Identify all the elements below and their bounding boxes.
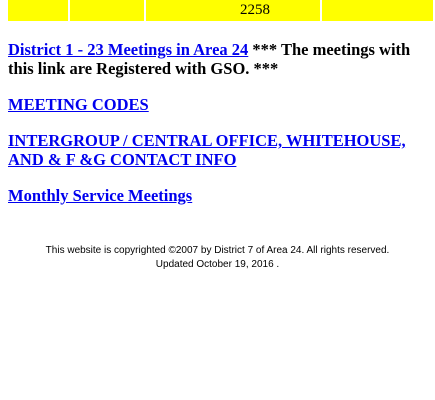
last-updated-text: Updated October 19, 2016 . <box>155 259 280 270</box>
intergroup-paragraph: INTERGROUP / CENTRAL OFFICE, WHITEHOUSE,… <box>8 131 428 169</box>
meeting-codes-paragraph: MEETING CODES <box>8 95 428 114</box>
meeting-codes-link[interactable]: MEETING CODES <box>8 95 149 114</box>
copyright-text: This website is copyrighted ©2007 by Dis… <box>45 245 390 256</box>
district-meetings-link[interactable]: District 1 - 23 Meetings in Area 24 <box>8 40 248 59</box>
counter-cell-1 <box>8 0 70 21</box>
counter-cell-4 <box>322 0 433 21</box>
district-meetings-paragraph: District 1 - 23 Meetings in Area 24 *** … <box>8 40 428 78</box>
monthly-service-meetings-link[interactable]: Monthly Service Meetings <box>8 186 192 205</box>
main-content: District 1 - 23 Meetings in Area 24 *** … <box>8 40 428 222</box>
intergroup-contact-link[interactable]: INTERGROUP / CENTRAL OFFICE, WHITEHOUSE,… <box>8 131 406 169</box>
service-meetings-paragraph: Monthly Service Meetings <box>8 186 428 205</box>
hit-counter-value: 2258 <box>146 0 322 21</box>
counter-table-row: 2258 <box>8 0 433 21</box>
footer: This website is copyrighted ©2007 by Dis… <box>0 244 435 272</box>
counter-cell-2 <box>70 0 146 21</box>
